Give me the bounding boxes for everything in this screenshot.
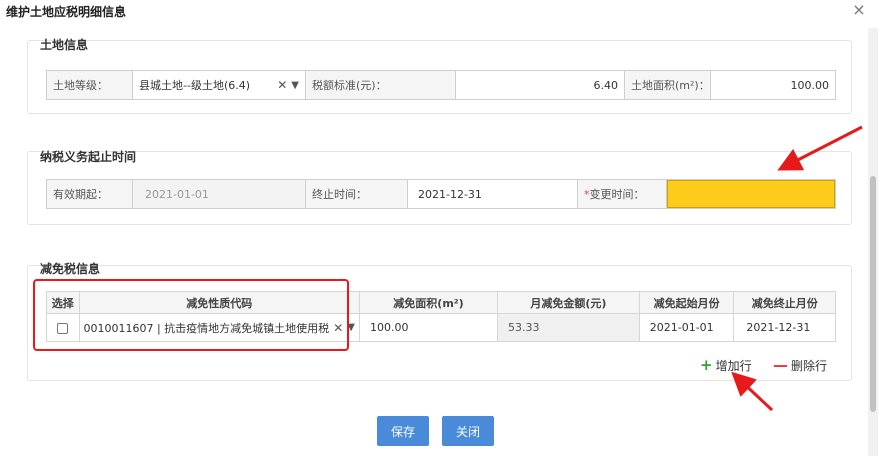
annotation-arrows <box>731 125 863 412</box>
annotation-arrow-bottom <box>731 371 774 412</box>
annotation-arrow-top <box>777 125 863 171</box>
